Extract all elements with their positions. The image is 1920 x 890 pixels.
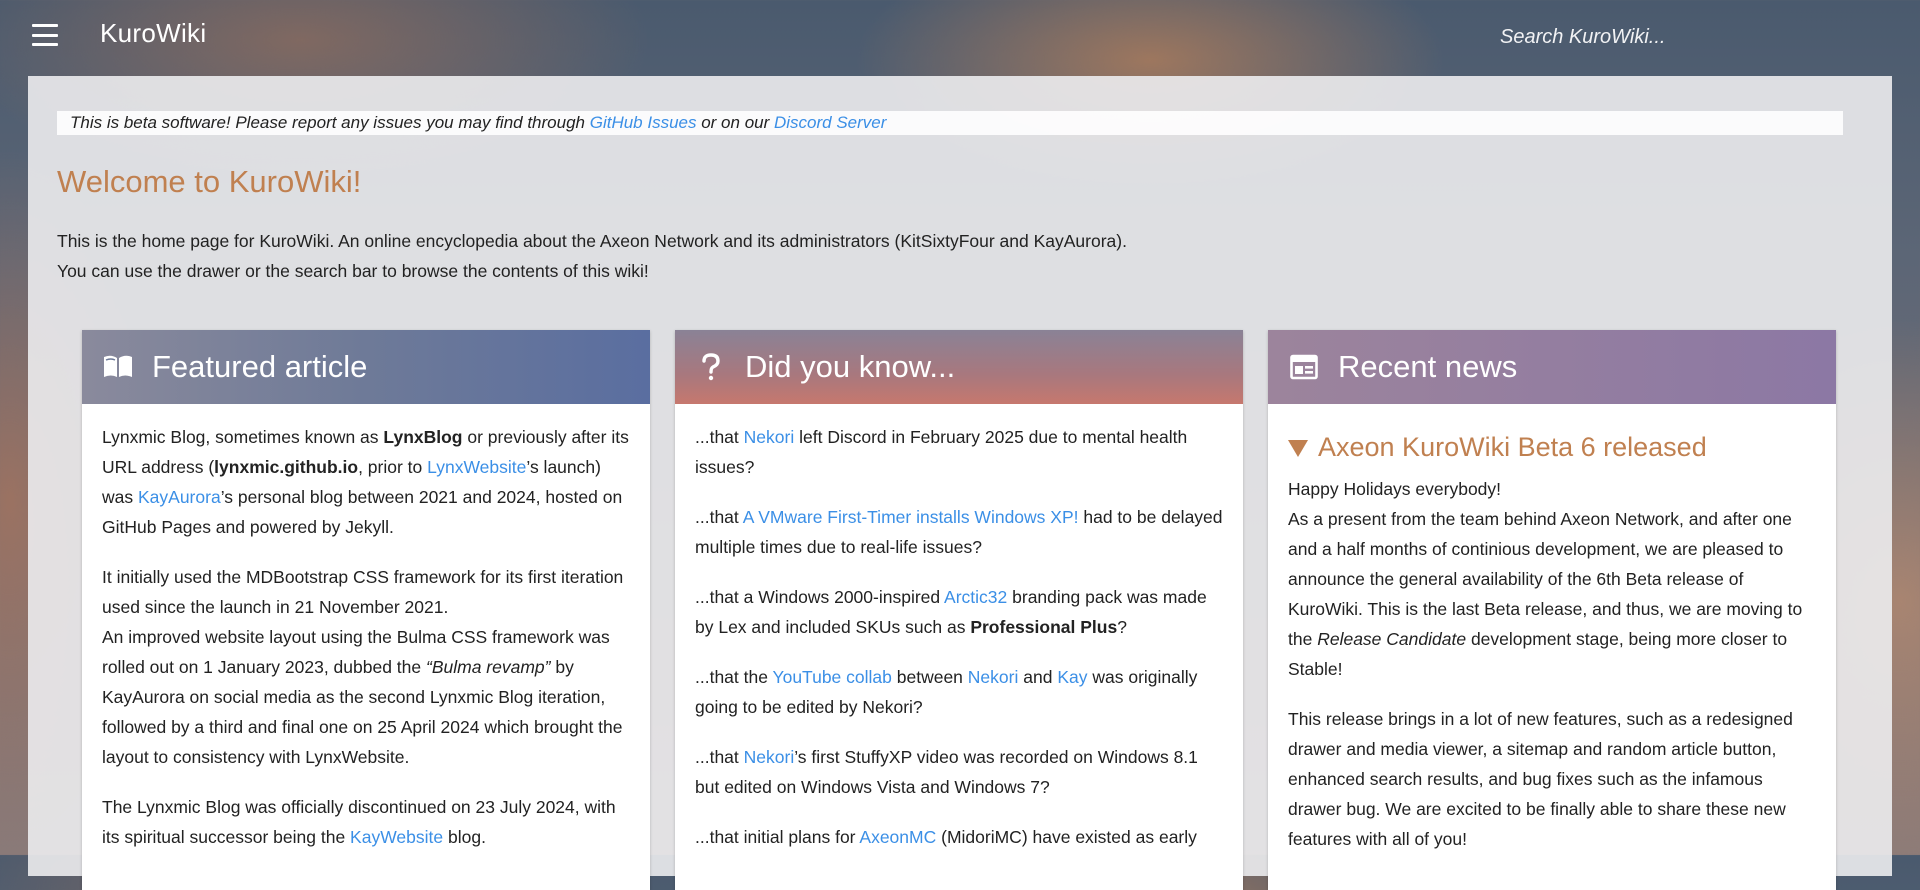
- discord-server-link[interactable]: Discord Server: [774, 113, 886, 132]
- featured-article-header: Featured article: [82, 330, 650, 404]
- github-issues-link[interactable]: GitHub Issues: [590, 113, 697, 132]
- page-title: Welcome to KuroWiki!: [57, 164, 362, 199]
- intro-text: This is the home page for KuroWiki. An o…: [57, 226, 1357, 286]
- featured-article-card: Featured article Lynxmic Blog, sometimes…: [82, 330, 650, 890]
- dyk-item: ...that A VMware First-Timer installs Wi…: [695, 502, 1223, 562]
- intro-line-1: This is the home page for KuroWiki. An o…: [57, 231, 1127, 251]
- hamburger-menu-icon[interactable]: [28, 22, 62, 48]
- text: As a present from the team behind Axeon …: [1288, 509, 1803, 649]
- intro-line-2: You can use the drawer or the search bar…: [57, 261, 649, 281]
- news-item-title: Axeon KuroWiki Beta 6 released: [1318, 432, 1707, 462]
- youtube-collab-link[interactable]: YouTube collab: [773, 667, 892, 687]
- recent-news-title: Recent news: [1338, 349, 1518, 384]
- text: ...that a Windows 2000-inspired: [695, 587, 941, 607]
- open-book-icon: [102, 351, 134, 383]
- text: ...that the: [695, 667, 768, 687]
- featured-article-title: Featured article: [152, 349, 368, 384]
- text: , prior to: [358, 457, 423, 477]
- dyk-item: ...that initial plans for AxeonMC (Midor…: [695, 822, 1223, 852]
- bold-text: lynxmic.github.io: [214, 457, 359, 477]
- dyk-item: ...that Nekori left Discord in February …: [695, 422, 1223, 482]
- text: ...that initial plans for: [695, 827, 856, 847]
- italic-text: “Bulma revamp”: [426, 657, 551, 677]
- did-you-know-header: Did you know...: [675, 330, 1243, 404]
- kayaurora-link[interactable]: KayAurora: [138, 487, 221, 507]
- text: ...that: [695, 427, 739, 447]
- did-you-know-card: Did you know... ...that Nekori left Disc…: [675, 330, 1243, 890]
- news-paragraph-2: This release brings in a lot of new feat…: [1288, 709, 1793, 849]
- did-you-know-body: ...that Nekori left Discord in February …: [675, 404, 1243, 852]
- bold-text: Professional Plus: [970, 617, 1118, 637]
- text: It initially used the MDBootstrap CSS fr…: [102, 567, 624, 617]
- featured-paragraph-3: The Lynxmic Blog was officially disconti…: [102, 792, 630, 852]
- dyk-item: ...that the YouTube collab between Nekor…: [695, 662, 1223, 722]
- top-app-bar: KuroWiki: [0, 0, 1920, 72]
- kaywebsite-link[interactable]: KayWebsite: [350, 827, 443, 847]
- vmware-video-link[interactable]: A VMware First-Timer installs Windows XP…: [743, 507, 1079, 527]
- dyk-item: ...that Nekori’s first StuffyXP video wa…: [695, 742, 1223, 802]
- text: ...that: [695, 507, 739, 527]
- question-mark-icon: [695, 351, 727, 383]
- did-you-know-title: Did you know...: [745, 349, 956, 384]
- nekori-link[interactable]: Nekori: [744, 747, 795, 767]
- site-brand[interactable]: KuroWiki: [100, 18, 206, 49]
- beta-notice-middle: or on our: [701, 113, 770, 132]
- recent-news-body: Axeon KuroWiki Beta 6 released Happy Hol…: [1268, 404, 1836, 854]
- beta-notice: This is beta software! Please report any…: [57, 111, 1843, 135]
- text: (MidoriMC) have existed as early: [941, 827, 1197, 847]
- dyk-item: ...that a Windows 2000-inspired Arctic32…: [695, 582, 1223, 642]
- text: and: [1023, 667, 1053, 687]
- recent-news-header: Recent news: [1268, 330, 1836, 404]
- featured-article-body: Lynxmic Blog, sometimes known as LynxBlo…: [82, 404, 650, 852]
- nekori-link[interactable]: Nekori: [744, 427, 795, 447]
- featured-paragraph-1: Lynxmic Blog, sometimes known as LynxBlo…: [102, 422, 630, 542]
- kay-link[interactable]: Kay: [1057, 667, 1087, 687]
- beta-notice-text: This is beta software! Please report any…: [70, 113, 585, 132]
- arctic32-link[interactable]: Arctic32: [944, 587, 1007, 607]
- main-content: This is beta software! Please report any…: [28, 76, 1892, 890]
- text: ...that: [695, 747, 739, 767]
- text: ?: [1117, 617, 1127, 637]
- text: Lynxmic Blog, sometimes known as: [102, 427, 379, 447]
- text: between: [896, 667, 963, 687]
- bold-text: LynxBlog: [383, 427, 463, 447]
- triangle-down-icon: [1288, 439, 1308, 457]
- news-paragraph-1: Happy Holidays everybody! As a present f…: [1288, 474, 1816, 684]
- newspaper-icon: [1288, 351, 1320, 383]
- italic-text: Release Candidate: [1317, 629, 1467, 649]
- nekori-link[interactable]: Nekori: [968, 667, 1019, 687]
- news-item-toggle[interactable]: Axeon KuroWiki Beta 6 released: [1288, 432, 1816, 462]
- featured-paragraph-2: It initially used the MDBootstrap CSS fr…: [102, 562, 630, 772]
- search-input[interactable]: [1500, 22, 1760, 52]
- text: Happy Holidays everybody!: [1288, 479, 1502, 499]
- lynxwebsite-link[interactable]: LynxWebsite: [427, 457, 526, 477]
- axeonmc-link[interactable]: AxeonMC: [859, 827, 936, 847]
- recent-news-card: Recent news Axeon KuroWiki Beta 6 releas…: [1268, 330, 1836, 890]
- text: blog.: [447, 827, 486, 847]
